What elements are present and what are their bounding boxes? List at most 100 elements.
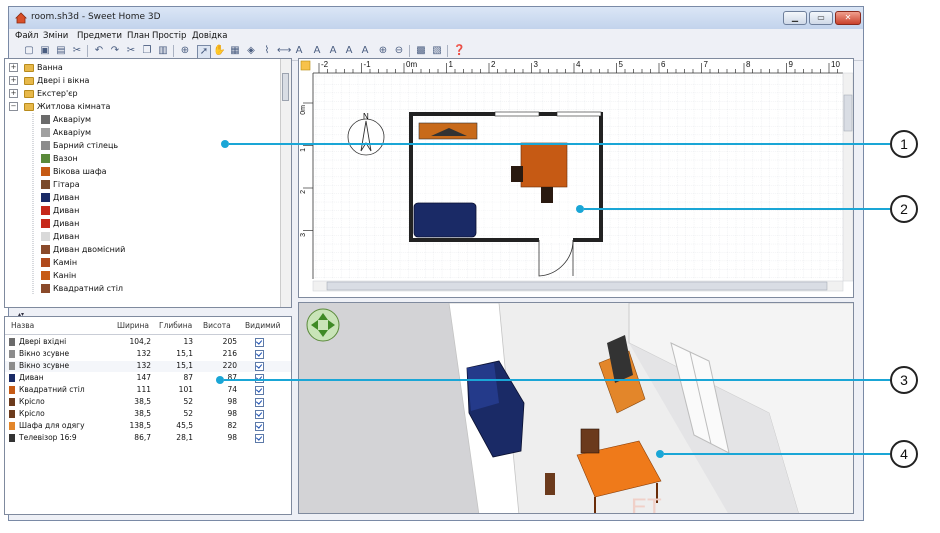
catalog-item[interactable]: Вазон xyxy=(41,152,78,165)
svg-text:ET: ET xyxy=(631,494,662,514)
ruler-h-label: 6 xyxy=(661,60,666,69)
maximize-icon: ▭ xyxy=(817,13,825,22)
new-file-icon[interactable]: ▢ xyxy=(23,45,35,57)
visible-checkbox[interactable] xyxy=(255,386,264,395)
pan-hand-icon[interactable]: ✋ xyxy=(213,45,225,57)
visible-checkbox[interactable] xyxy=(255,422,264,431)
select-arrow-icon[interactable]: ➚ xyxy=(197,45,211,59)
create-photo-icon[interactable]: ▩ xyxy=(415,45,427,57)
catalog-item[interactable]: Диван xyxy=(41,230,79,243)
table-row[interactable]: Крісло 38,5 52 98 xyxy=(5,397,291,408)
callout-3: 3 xyxy=(890,366,918,394)
ruler-h-label: 5 xyxy=(618,60,623,69)
menu-plan[interactable]: План xyxy=(127,31,150,41)
catalog-item[interactable]: Диван xyxy=(41,217,79,230)
catalog-item[interactable]: Диван двомісний xyxy=(41,243,125,256)
increase-text-icon[interactable]: A xyxy=(343,45,355,57)
ruler-h-label: 0m xyxy=(406,60,418,69)
catalog-item[interactable]: Квадратний стіл xyxy=(41,282,123,295)
table-row[interactable]: Телевізор 16:9 86,7 28,1 98 xyxy=(5,433,291,444)
catalog-item[interactable]: Диван xyxy=(41,191,79,204)
catalog-item[interactable]: Акваріум xyxy=(41,113,91,126)
visible-checkbox[interactable] xyxy=(255,398,264,407)
catalog-item-label: Диван xyxy=(53,232,80,241)
cell-width: 138,5 xyxy=(129,421,151,430)
menu-3d-view[interactable]: Простір xyxy=(152,31,186,41)
catalog-item[interactable]: Барний стілець xyxy=(41,139,118,152)
col-header-depth[interactable]: Глибина xyxy=(159,321,192,330)
undo-icon[interactable]: ↶ xyxy=(93,45,105,57)
create-walls-icon[interactable]: ▦ xyxy=(229,45,241,57)
decrease-text-icon[interactable]: A xyxy=(359,45,371,57)
ruler-h-label: 4 xyxy=(576,60,581,69)
visible-checkbox[interactable] xyxy=(255,338,264,347)
catalog-item[interactable]: Диван xyxy=(41,204,79,217)
catalog-item[interactable]: Канін xyxy=(41,269,76,282)
left-splitter[interactable]: ▴▾ xyxy=(4,309,292,318)
table-row[interactable]: Квадратний стіл 111 101 74 xyxy=(5,385,291,396)
row-furniture-icon xyxy=(9,362,15,370)
cell-height: 220 xyxy=(222,361,237,370)
cell-height: 205 xyxy=(222,337,237,346)
scrollbar-thumb[interactable] xyxy=(282,73,289,101)
col-header-visible[interactable]: Видимий xyxy=(245,321,281,330)
visible-checkbox[interactable] xyxy=(255,350,264,359)
callout-2: 2 xyxy=(890,195,918,223)
callout-3-dot xyxy=(216,376,224,384)
cell-name: Шафа для одягу xyxy=(19,421,85,430)
add-furniture-icon[interactable]: ⊕ xyxy=(179,45,191,57)
create-rooms-icon[interactable]: ◈ xyxy=(245,45,257,57)
3d-view[interactable]: ET xyxy=(298,302,854,514)
zoom-in-icon[interactable]: ⊕ xyxy=(377,45,389,57)
add-text-icon[interactable]: A xyxy=(293,45,305,57)
cell-depth: 101 xyxy=(178,385,193,394)
visible-checkbox[interactable] xyxy=(255,410,264,419)
cell-height: 98 xyxy=(227,433,237,442)
catalog-item[interactable]: Гітара xyxy=(41,178,80,191)
furniture-icon xyxy=(41,128,50,137)
redo-icon[interactable]: ↷ xyxy=(109,45,121,57)
catalog-item[interactable]: Вікова шафа xyxy=(41,165,107,178)
ruler-h-label: -2 xyxy=(321,60,329,69)
menu-file[interactable]: Файл xyxy=(15,31,38,41)
cell-height: 74 xyxy=(227,385,237,394)
minimize-button[interactable]: ▁ xyxy=(783,11,807,25)
catalog-item[interactable]: Камін xyxy=(41,256,77,269)
visible-checkbox[interactable] xyxy=(255,362,264,371)
table-row[interactable]: Двері вхідні 104,2 13 205 xyxy=(5,337,291,348)
maximize-button[interactable]: ▭ xyxy=(809,11,833,25)
furniture-list-table[interactable]: Назва Ширина Глибина Висота Видимий Двер… xyxy=(4,316,292,515)
zoom-out-icon[interactable]: ⊖ xyxy=(393,45,405,57)
plan-view[interactable]: N -2 -1 0m 1 2 3 4 5 6 7 8 9 10 0m 1 2 3 xyxy=(298,58,854,298)
table-row[interactable]: Вікно зсувне 132 15,1 216 xyxy=(5,349,291,360)
menu-help[interactable]: Довідка xyxy=(192,31,227,41)
text-style-bold-icon[interactable]: A xyxy=(311,45,323,57)
col-header-width[interactable]: Ширина xyxy=(117,321,149,330)
catalog-item[interactable]: Акваріум xyxy=(41,126,91,139)
visible-checkbox[interactable] xyxy=(255,434,264,443)
create-polylines-icon[interactable]: ⌇ xyxy=(261,45,273,57)
menu-furniture[interactable]: Предмети xyxy=(77,31,122,41)
table-row[interactable]: Шафа для одягу 138,5 45,5 82 xyxy=(5,421,291,432)
save-icon[interactable]: ▤ xyxy=(55,45,67,57)
open-folder-icon[interactable]: ▣ xyxy=(39,45,51,57)
menu-edit[interactable]: Зміни xyxy=(43,31,68,41)
text-style-italic-icon[interactable]: A xyxy=(327,45,339,57)
table-row[interactable]: Вікно зсувне 132 15,1 220 xyxy=(5,361,291,372)
row-furniture-icon xyxy=(9,422,15,430)
cut-icon[interactable]: ✂ xyxy=(125,45,137,57)
help-icon[interactable]: ❓ xyxy=(453,45,465,57)
create-video-icon[interactable]: ▧ xyxy=(431,45,443,57)
catalog-item-label: Гітара xyxy=(53,180,80,189)
create-dimensions-icon[interactable]: ⟷ xyxy=(277,45,291,57)
col-header-height[interactable]: Висота xyxy=(203,321,231,330)
cut-scissors-icon[interactable]: ✂ xyxy=(71,45,83,57)
cell-name: Телевізор 16:9 xyxy=(19,433,77,442)
table-row[interactable]: Крісло 38,5 52 98 xyxy=(5,409,291,420)
catalog-scrollbar[interactable] xyxy=(280,59,291,307)
copy-icon[interactable]: ❐ xyxy=(141,45,153,57)
paste-icon[interactable]: ▥ xyxy=(157,45,169,57)
close-button[interactable]: ✕ xyxy=(835,11,861,25)
col-header-name[interactable]: Назва xyxy=(11,321,34,330)
furniture-catalog-tree[interactable]: + Ванна + Двері і вікна + Екстер'єр − Жи… xyxy=(4,58,292,308)
